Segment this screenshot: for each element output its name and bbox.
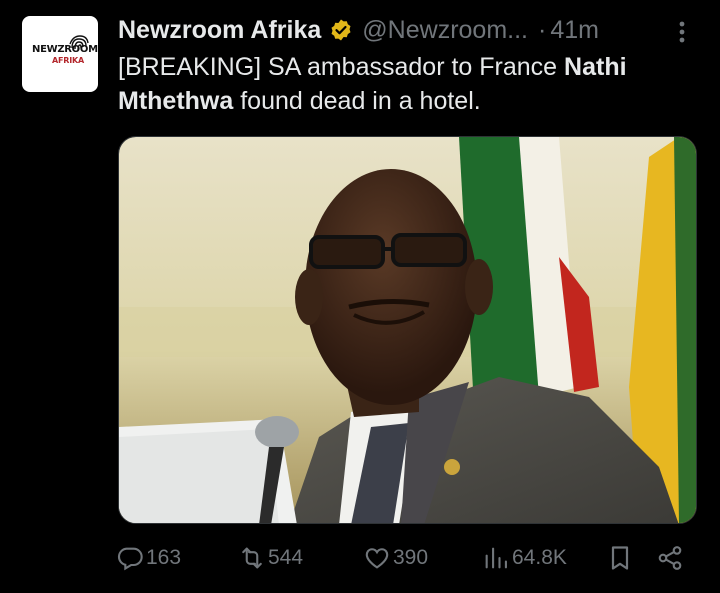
avatar-logo-text-bottom: AFRIKA [52,56,84,65]
views-count: 64.8K [512,546,567,569]
tweet-photo[interactable] [118,136,697,524]
views-icon [485,547,507,569]
timestamp[interactable]: 41m [550,16,599,45]
tweet-text: [BREAKING] SA ambassador to France Nathi… [118,50,703,118]
repost-count: 544 [268,546,304,569]
tweet-actions: 163 544 390 64.8K [116,540,696,576]
avatar[interactable]: NEWZROOM AFRIKA [22,16,98,92]
fingerprint-logo-icon [69,35,89,51]
like-button[interactable]: 390 [363,540,428,576]
share-button[interactable] [656,540,684,576]
reply-icon [117,547,143,571]
portrait-photo-illustration [119,137,696,523]
like-icon [365,548,389,569]
bookmark-icon [611,546,629,570]
like-count: 390 [393,546,429,569]
verified-badge-icon[interactable] [329,18,353,42]
more-icon[interactable] [672,18,692,46]
tweet-header: Newzroom Afrika @Newzroom... · 41m [118,14,599,46]
tweet-text-part-2: found dead in a hotel. [233,87,481,115]
header-separator: · [537,15,547,44]
share-icon [658,546,682,570]
reply-count: 163 [146,546,182,569]
author-name[interactable]: Newzroom Afrika [118,16,321,45]
author-handle[interactable]: @Newzroom... [362,16,528,45]
tweet-text-part-1: [BREAKING] SA ambassador to France [118,53,565,81]
repost-icon [242,547,262,569]
views-button[interactable]: 64.8K [482,540,567,576]
reply-button[interactable]: 163 [116,540,181,576]
repost-button[interactable]: 544 [238,540,303,576]
bookmark-button[interactable] [606,540,634,576]
